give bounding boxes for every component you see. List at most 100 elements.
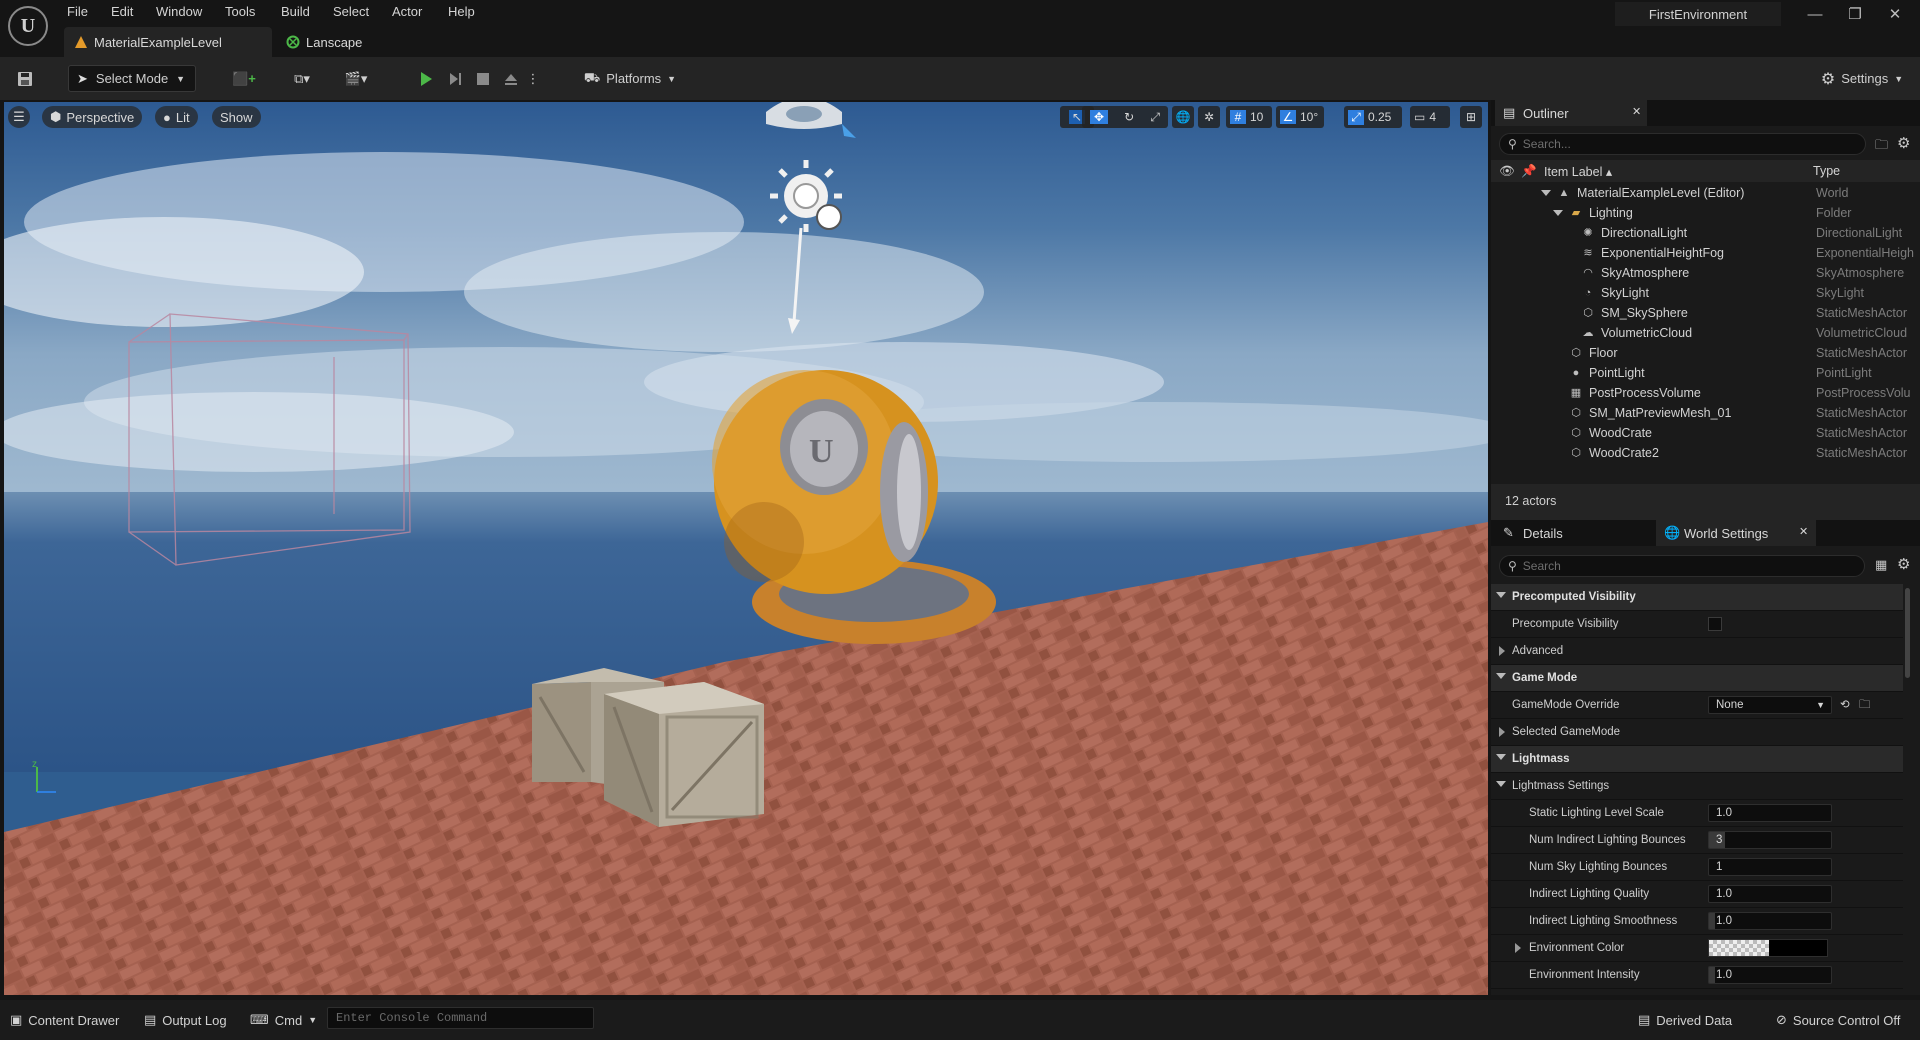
level-viewport[interactable]: U z ☰ ⬢ Perspective ● Lit Show ↖ ✥ ↻ ⤢ 🌐… — [4, 102, 1488, 995]
menu-window[interactable]: Window — [156, 4, 202, 24]
reset-arrow-icon[interactable]: ⟲ — [1840, 697, 1850, 711]
stop-button[interactable] — [472, 65, 494, 92]
row-advanced[interactable]: Advanced — [1491, 638, 1903, 665]
viewport-layout-icon[interactable]: ⊞ — [1460, 106, 1482, 128]
settings-gear-icon[interactable]: ⚙ — [1897, 134, 1910, 152]
surface-snap-icon[interactable]: ✲ — [1198, 106, 1220, 128]
select-mode-dropdown[interactable]: ➤ Select Mode ▼ — [68, 65, 196, 92]
menu-file[interactable]: File — [67, 4, 88, 24]
category-lightmass[interactable]: Lightmass — [1491, 746, 1903, 773]
derived-data-button[interactable]: ▤ Derived Data — [1638, 1009, 1732, 1031]
static-lighting-level-scale-input[interactable]: 1.0 — [1708, 804, 1832, 822]
save-icon[interactable] — [12, 65, 38, 92]
expand-arrow-icon[interactable] — [1553, 210, 1563, 216]
close-tab-icon[interactable]: ✕ — [1799, 525, 1808, 538]
console-command-input[interactable]: Enter Console Command — [327, 1007, 594, 1029]
details-search-input[interactable]: ⚲ Search — [1499, 555, 1865, 577]
menu-build[interactable]: Build — [281, 4, 310, 24]
environment-intensity-input[interactable]: 1.0 — [1708, 966, 1832, 984]
outliner-row[interactable]: ⬡ WoodCrate2 StaticMeshActor — [1491, 443, 1920, 463]
menu-actor[interactable]: Actor — [392, 4, 422, 24]
outliner-row[interactable]: ● PointLight PointLight — [1491, 363, 1920, 383]
outliner-row[interactable]: ◔ SkyLight SkyLight — [1491, 283, 1920, 303]
category-game-mode[interactable]: Game Mode — [1491, 665, 1903, 692]
globe-icon: 🌐 — [1664, 525, 1681, 540]
pin-icon[interactable]: 📌 — [1521, 164, 1537, 179]
outliner-row[interactable]: ▦ PostProcessVolume PostProcessVolu — [1491, 383, 1920, 403]
column-item-label[interactable]: Item Label ▴ — [1544, 164, 1612, 179]
platforms-dropdown[interactable]: ⛟ Platforms ▼ — [580, 65, 680, 92]
close-tab-icon[interactable]: ✕ — [1632, 105, 1641, 118]
column-type[interactable]: Type — [1813, 164, 1840, 178]
expand-arrow-icon[interactable] — [1541, 190, 1551, 196]
outliner-row[interactable]: ⬡ WoodCrate StaticMeshActor — [1491, 423, 1920, 443]
world-space-icon[interactable]: 🌐 — [1172, 106, 1194, 128]
outliner-row[interactable]: ☁ VolumetricCloud VolumetricCloud — [1491, 323, 1920, 343]
add-folder-icon[interactable]: 🗀 — [1875, 136, 1888, 158]
output-log-button[interactable]: ▤ Output Log — [144, 1009, 227, 1031]
outliner-row[interactable]: ◠ SkyAtmosphere SkyAtmosphere — [1491, 263, 1920, 283]
outliner-row[interactable]: ✺ DirectionalLight DirectionalLight — [1491, 223, 1920, 243]
perspective-button[interactable]: ⬢ Perspective — [42, 106, 143, 128]
rotate-tool-icon[interactable]: ↻ — [1124, 110, 1134, 124]
menu-select[interactable]: Select — [333, 4, 369, 24]
category-precomputed-visibility[interactable]: Precomputed Visibility — [1491, 584, 1903, 611]
outliner-row[interactable]: ⬡ SM_MatPreviewMesh_01 StaticMeshActor — [1491, 403, 1920, 423]
content-drawer-button[interactable]: ▣ Content Drawer — [10, 1009, 119, 1031]
browse-icon[interactable]: 🗀 — [1859, 697, 1871, 716]
tab-level[interactable]: MaterialExampleLevel — [64, 27, 272, 57]
gamemode-override-dropdown[interactable]: None ▼ — [1708, 696, 1832, 714]
row-lightmass-settings[interactable]: Lightmass Settings — [1491, 773, 1903, 800]
more-options-icon[interactable]: ⋮ — [526, 65, 540, 92]
indirect-lighting-quality-input[interactable]: 1.0 — [1708, 885, 1832, 903]
tab-details[interactable]: ✎ Details — [1495, 520, 1655, 546]
clapper-icon: 🎬▾ — [344, 70, 368, 86]
settings-gear-icon[interactable]: ⚙ — [1897, 555, 1910, 573]
environment-color-swatch[interactable] — [1708, 939, 1828, 957]
outliner-row[interactable]: ⬡ SM_SkySphere StaticMeshActor — [1491, 303, 1920, 323]
precompute-visibility-checkbox[interactable] — [1708, 617, 1722, 631]
menu-tools[interactable]: Tools — [225, 4, 255, 24]
settings-dropdown[interactable]: ⚙ Settings ▼ — [1812, 65, 1912, 92]
outliner-tree: ▲ MaterialExampleLevel (Editor) World ▰ Ligh… — [1491, 183, 1920, 468]
indirect-lighting-smoothness-slider[interactable]: 1.0 — [1708, 912, 1832, 930]
outliner-row[interactable]: ▲ MaterialExampleLevel (Editor) World — [1491, 183, 1920, 203]
eject-button[interactable] — [500, 65, 522, 92]
minimize-icon[interactable]: — — [1800, 4, 1830, 26]
camera-speed-button[interactable]: ▭ 4 — [1410, 106, 1450, 128]
lit-button[interactable]: ● Lit — [155, 106, 198, 128]
outliner-row[interactable]: ≋ ExponentialHeightFog ExponentialHeigh — [1491, 243, 1920, 263]
add-actor-button[interactable]: ⬛ + — [226, 65, 262, 92]
play-button[interactable] — [414, 65, 438, 92]
visibility-eye-icon[interactable]: 👁 — [1499, 164, 1515, 179]
show-button[interactable]: Show — [212, 106, 261, 128]
scale-tool-icon[interactable]: ⤢ — [1150, 110, 1160, 125]
rotation-snap-button[interactable]: ∠ 10° — [1276, 106, 1324, 128]
num-indirect-bounces-slider[interactable]: 3 — [1708, 831, 1832, 849]
close-window-icon[interactable]: ✕ — [1880, 4, 1910, 26]
table-view-icon[interactable]: ▦ — [1875, 557, 1887, 573]
source-control-button[interactable]: ⊘ Source Control Off — [1776, 1009, 1900, 1031]
blueprint-button[interactable]: ⧉▾ — [284, 65, 320, 92]
row-selected-gamemode[interactable]: Selected GameMode — [1491, 719, 1903, 746]
stop-icon — [477, 72, 489, 85]
tab-world-settings[interactable]: 🌐 World Settings ✕ — [1656, 520, 1816, 546]
move-tool-icon[interactable]: ✥ — [1090, 110, 1109, 124]
cmd-dropdown[interactable]: ⌨ Cmd ▼ — [250, 1009, 317, 1031]
menu-edit[interactable]: Edit — [111, 4, 133, 24]
unreal-logo-icon[interactable]: U — [8, 6, 48, 46]
menu-help[interactable]: Help — [448, 4, 475, 24]
viewport-menu-icon[interactable]: ☰ — [8, 106, 30, 128]
advance-frame-button[interactable] — [444, 65, 466, 92]
cinematics-button[interactable]: 🎬▾ — [338, 65, 374, 92]
tab-landscape[interactable]: Lanscape — [276, 27, 406, 57]
scale-snap-button[interactable]: ⤢ 0.25 — [1344, 106, 1402, 128]
outliner-row[interactable]: ⬡ Floor StaticMeshActor — [1491, 343, 1920, 363]
tab-outliner[interactable]: ▤ Outliner ✕ — [1495, 100, 1647, 126]
restore-icon[interactable]: ❐ — [1840, 4, 1870, 26]
outliner-search-input[interactable]: ⚲ Search... — [1499, 133, 1866, 155]
outliner-row[interactable]: ▰ Lighting Folder — [1491, 203, 1920, 223]
details-scrollbar[interactable] — [1905, 588, 1910, 678]
num-sky-bounces-input[interactable]: 1 — [1708, 858, 1832, 876]
grid-snap-button[interactable]: # 10 — [1226, 106, 1272, 128]
